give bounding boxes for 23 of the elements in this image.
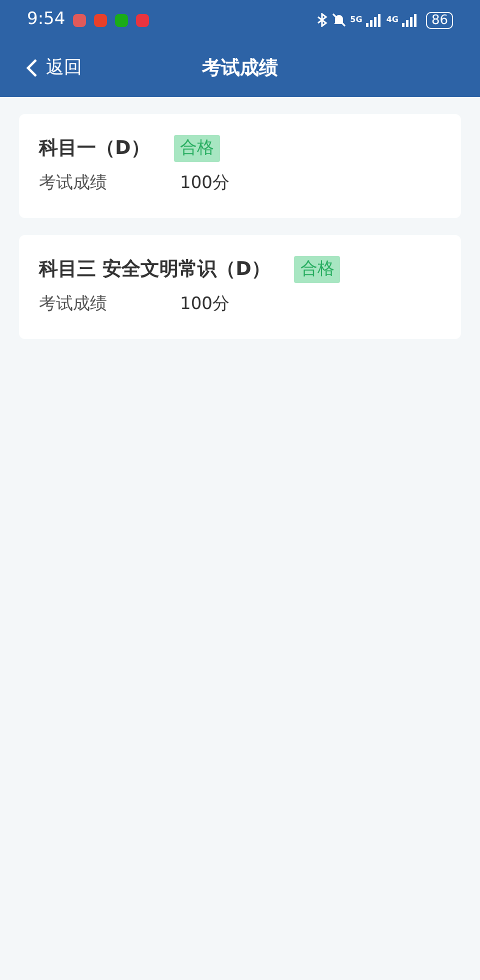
network-type-label: 5G xyxy=(350,16,362,24)
signal-icon xyxy=(366,13,382,27)
network-type-label: 4G xyxy=(386,16,398,24)
page-title: 考试成绩 xyxy=(202,56,278,82)
muted-bell-icon xyxy=(332,13,346,27)
battery-level: 86 xyxy=(426,12,453,28)
status-time: 9:54 xyxy=(27,8,66,32)
app-notification-icon xyxy=(94,14,108,26)
subject-title: 科目三 安全文明常识（D） xyxy=(39,257,270,282)
bluetooth-icon xyxy=(317,13,328,27)
signal-icon xyxy=(402,13,418,27)
back-chevron-icon xyxy=(26,58,38,78)
subject-title: 科目一（D） xyxy=(39,136,150,161)
app-notification-icon xyxy=(136,14,150,26)
app-notification-icon xyxy=(115,14,128,26)
back-button[interactable]: 返回 xyxy=(26,54,82,81)
pass-tag: 合格 xyxy=(174,134,220,162)
score-label: 考试成绩 xyxy=(39,292,108,316)
score-value: 100分 xyxy=(180,292,230,316)
app-notification-icon xyxy=(73,14,86,26)
pass-tag: 合格 xyxy=(294,256,340,283)
score-value: 100分 xyxy=(180,172,230,194)
score-label: 考试成绩 xyxy=(39,172,108,194)
